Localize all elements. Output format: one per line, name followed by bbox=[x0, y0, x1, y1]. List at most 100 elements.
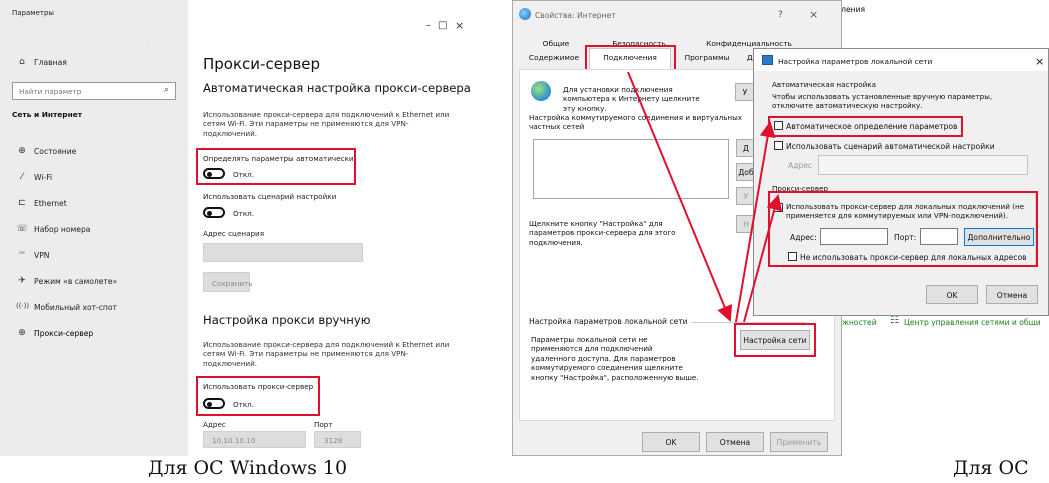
dialup-section-label: Настройка коммутируемого соединения и ви… bbox=[529, 113, 743, 132]
ethernet-icon: ⊏ bbox=[18, 198, 26, 208]
sidebar-item-label: Мобильный хот-спот bbox=[34, 303, 117, 312]
use-script-toggle[interactable] bbox=[203, 207, 225, 218]
connection-wizard-icon bbox=[531, 81, 551, 101]
sidebar-item-label: Wi-Fi bbox=[34, 173, 53, 182]
dialup-icon: ☏ bbox=[16, 224, 28, 234]
script-address-label: Адрес сценария bbox=[203, 229, 265, 238]
highlight-lan-settings bbox=[734, 323, 816, 357]
sidebar-item-label: Главная bbox=[34, 58, 67, 67]
tab-general[interactable]: Общие bbox=[529, 39, 583, 48]
dialog-title: Свойства: Интернет bbox=[535, 11, 616, 20]
minimize-button[interactable]: – bbox=[426, 20, 431, 31]
caption-windows-10: Для ОС Windows 10 bbox=[148, 457, 348, 479]
page-title: Прокси-сервер bbox=[203, 55, 321, 73]
sidebar-item-label: VPN bbox=[34, 251, 50, 260]
highlight-lan-auto-detect bbox=[768, 116, 963, 137]
sidebar-item-label: Состояние bbox=[34, 147, 77, 156]
proxy-address-input[interactable]: 10.10.10.10 bbox=[203, 431, 306, 448]
proxy-hint-text: Щелкните кнопку "Настройка" для параметр… bbox=[529, 219, 676, 247]
auto-section-description: Использование прокси-сервера для подключ… bbox=[203, 110, 450, 138]
auto-config-text: Чтобы использовать установленные вручную… bbox=[772, 92, 993, 111]
auto-section-heading: Автоматическая настройка прокси-сервера bbox=[203, 81, 470, 95]
manual-section-heading: Настройка прокси вручную bbox=[203, 313, 371, 327]
proxy-port-value: 3128 bbox=[324, 436, 343, 445]
sidebar-item-label: Прокси-сервер bbox=[34, 329, 94, 338]
sidebar-item-home[interactable]: ⌂ Главная bbox=[0, 52, 188, 74]
help-button[interactable]: ? bbox=[778, 10, 783, 20]
proxy-address-label: Адрес bbox=[203, 420, 226, 429]
use-script-checkbox-label: Использовать сценарий автоматической нас… bbox=[786, 142, 995, 151]
sidebar-item-status[interactable]: ⊕ Состояние bbox=[0, 141, 188, 163]
sidebar-item-proxy[interactable]: ⊕ Прокси-сервер bbox=[0, 323, 188, 345]
auto-detect-toggle[interactable] bbox=[203, 168, 225, 179]
proxy-port-label: Порт bbox=[314, 420, 333, 429]
dialup-connections-list[interactable] bbox=[533, 139, 729, 199]
sidebar-item-label: Режим «в самолете» bbox=[34, 277, 118, 286]
search-icon: ⌕ bbox=[163, 85, 169, 95]
sidebar-item-vpn[interactable]: ᵒᵒ VPN bbox=[0, 245, 188, 267]
background-link-fragment[interactable]: жностей bbox=[842, 318, 877, 327]
use-script-checkbox[interactable] bbox=[774, 141, 783, 150]
window-title: Параметры bbox=[12, 9, 54, 17]
wifi-icon: ⁄ bbox=[21, 172, 23, 182]
dialog-close-button[interactable]: × bbox=[809, 8, 818, 21]
setup-button[interactable]: У bbox=[735, 83, 755, 101]
script-address-input[interactable] bbox=[203, 243, 363, 262]
lan-settings-icon bbox=[762, 55, 773, 65]
sidebar-item-airplane[interactable]: ✈ Режим «в самолете» bbox=[0, 271, 188, 293]
caption-other-os: Для ОС bbox=[953, 457, 1029, 479]
script-address-input-lan[interactable] bbox=[818, 155, 1028, 175]
manual-section-description: Использование прокси-сервера для подключ… bbox=[203, 340, 450, 368]
sidebar-item-ethernet[interactable]: ⊏ Ethernet bbox=[0, 193, 188, 215]
tab-privacy[interactable]: Конфиденциальность bbox=[689, 39, 809, 48]
setup-text: Для установки подключения компьютера к И… bbox=[563, 85, 700, 113]
network-center-icon: ☷ bbox=[890, 315, 899, 326]
lan-ok-button[interactable]: OK bbox=[926, 285, 978, 304]
use-proxy-state: Откл. bbox=[233, 400, 255, 409]
network-center-link[interactable]: Центр управления сетями и общи bbox=[904, 318, 1041, 327]
highlight-lan-proxy bbox=[768, 191, 1038, 267]
search-input[interactable]: Найти параметр ⌕ bbox=[12, 82, 176, 100]
hotspot-icon: ((·)) bbox=[16, 302, 30, 310]
auto-detect-state: Откл. bbox=[233, 170, 255, 179]
save-button-label: Сохранить bbox=[212, 279, 253, 288]
lan-dialog-title: Настройка параметров локальной сети bbox=[778, 57, 933, 66]
tab-programs[interactable]: Программы bbox=[677, 53, 737, 62]
tab-content[interactable]: Содержимое bbox=[521, 53, 587, 62]
sidebar-item-label: Набор номера bbox=[34, 225, 91, 234]
lan-section-label: Настройка параметров локальной сети bbox=[529, 317, 688, 326]
save-button[interactable]: Сохранить bbox=[203, 272, 253, 292]
ok-button[interactable]: OK bbox=[642, 432, 700, 452]
sidebar-item-wifi[interactable]: ⁄ Wi-Fi bbox=[0, 167, 188, 189]
use-proxy-toggle[interactable] bbox=[203, 398, 225, 409]
vpn-icon: ᵒᵒ bbox=[19, 250, 25, 258]
apply-button[interactable]: Применить bbox=[770, 432, 828, 452]
close-button[interactable]: × bbox=[455, 19, 464, 32]
use-script-label: Использовать сценарий настройки bbox=[203, 192, 337, 201]
airplane-icon: ✈ bbox=[18, 276, 26, 286]
internet-globe-icon bbox=[519, 8, 531, 20]
globe-icon: ⊕ bbox=[18, 146, 26, 156]
sidebar-item-label: Ethernet bbox=[34, 199, 67, 208]
proxy-port-input[interactable]: 3128 bbox=[314, 431, 361, 448]
lan-settings-dialog: Настройка параметров локальной сети × Ав… bbox=[753, 48, 1049, 316]
proxy-icon: ⊕ bbox=[18, 328, 26, 338]
lan-cancel-button[interactable]: Отмена bbox=[986, 285, 1038, 304]
lan-section-text: Параметры локальной сети не применяются … bbox=[531, 335, 699, 382]
sidebar-item-hotspot[interactable]: ((·)) Мобильный хот-спот bbox=[0, 297, 188, 319]
home-icon: ⌂ bbox=[19, 57, 25, 67]
settings-window: Параметры · – □ × ⌂ Главная Найти параме… bbox=[0, 0, 470, 456]
lan-close-button[interactable]: × bbox=[1035, 55, 1044, 68]
search-placeholder: Найти параметр bbox=[19, 87, 82, 96]
use-script-state: Откл. bbox=[233, 209, 255, 218]
auto-config-group-label: Автоматическая настройка bbox=[772, 80, 877, 89]
auto-detect-label: Определять параметры автоматически bbox=[203, 154, 354, 163]
maximize-button[interactable]: □ bbox=[438, 20, 447, 31]
cancel-button[interactable]: Отмена bbox=[706, 432, 764, 452]
sidebar-dot: · bbox=[148, 40, 150, 47]
proxy-address-value: 10.10.10.10 bbox=[212, 436, 256, 445]
script-address-label-lan: Адрес bbox=[788, 161, 813, 170]
sidebar-section-title: Сеть и Интернет bbox=[12, 110, 82, 119]
sidebar-item-dialup[interactable]: ☏ Набор номера bbox=[0, 219, 188, 241]
use-proxy-label: Использовать прокси-сервер bbox=[203, 382, 314, 391]
